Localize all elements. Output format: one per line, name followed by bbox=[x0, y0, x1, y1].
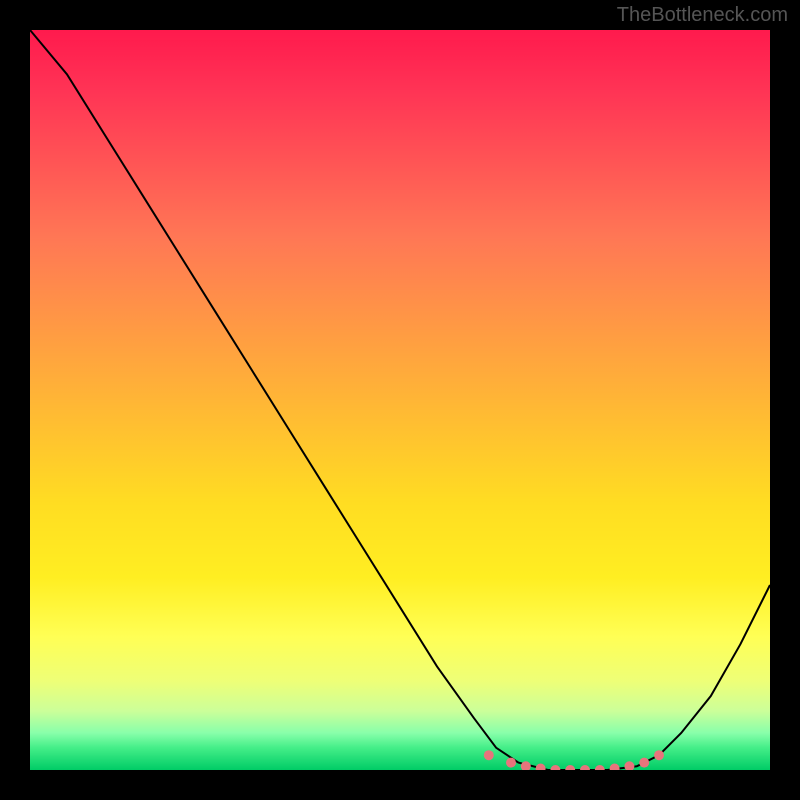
valley-marker bbox=[624, 761, 634, 770]
valley-marker bbox=[550, 765, 560, 770]
valley-marker bbox=[565, 765, 575, 770]
valley-marker bbox=[580, 765, 590, 770]
valley-marker bbox=[506, 758, 516, 768]
chart-curve bbox=[30, 30, 770, 770]
valley-marker bbox=[595, 765, 605, 770]
valley-marker bbox=[610, 764, 620, 771]
valley-marker bbox=[536, 764, 546, 771]
valley-marker bbox=[484, 750, 494, 760]
valley-marker bbox=[654, 750, 664, 760]
watermark-text: TheBottleneck.com bbox=[617, 4, 788, 27]
curve-line bbox=[30, 30, 770, 770]
valley-marker bbox=[639, 758, 649, 768]
